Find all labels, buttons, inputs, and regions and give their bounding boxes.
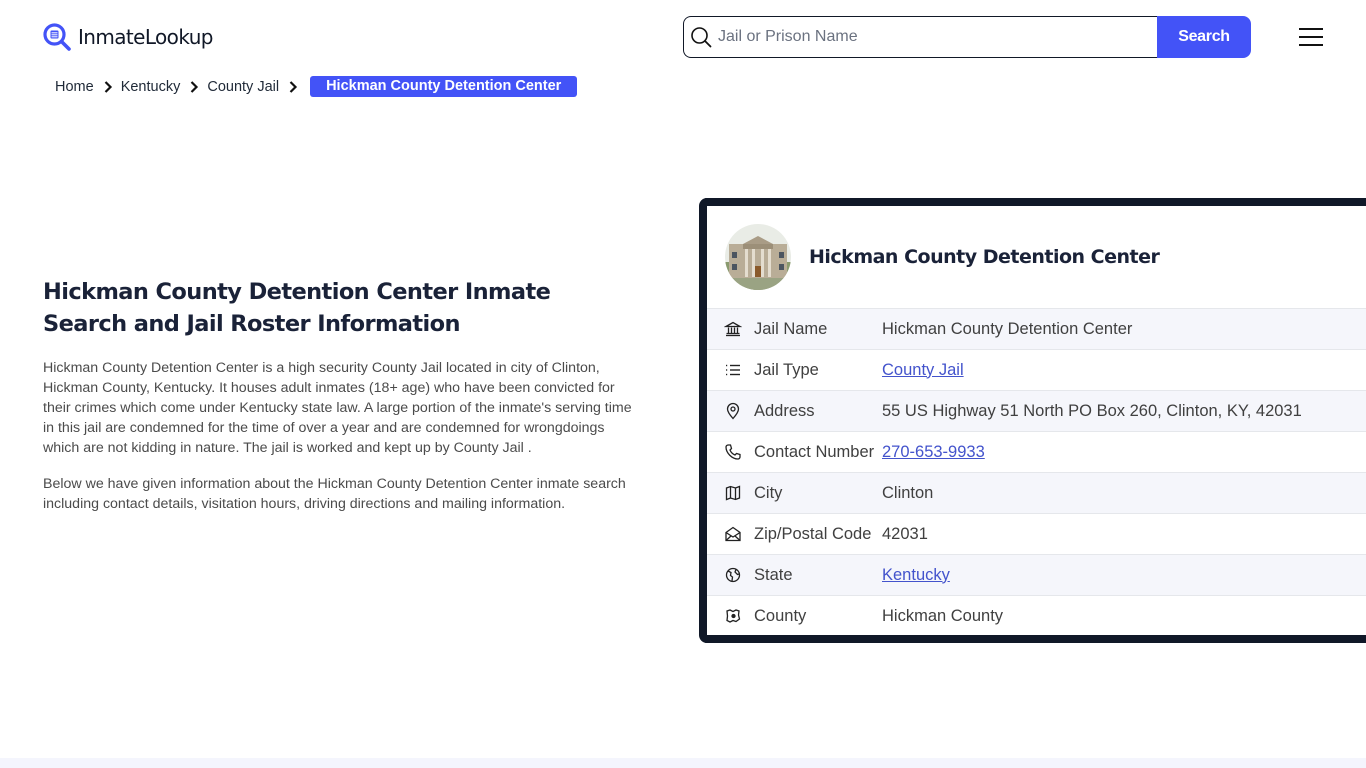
detail-value: Hickman County Detention Center — [882, 319, 1133, 338]
intro-paragraph: Hickman County Detention Center is a hig… — [43, 360, 632, 456]
breadcrumb-jail-type[interactable]: County Jail — [207, 79, 279, 95]
facility-details-table: Jail Name Hickman County Detention Cente… — [707, 308, 1366, 635]
detail-row-zip: Zip/Postal Code 42031 — [707, 513, 1366, 554]
map-pin-icon — [726, 402, 740, 420]
footer-band — [0, 758, 1366, 768]
detail-row-jail-type: Jail Type County Jail — [707, 349, 1366, 390]
card-header: Hickman County Detention Center — [707, 206, 1366, 308]
detail-value: 55 US Highway 51 North PO Box 260, Clint… — [882, 401, 1302, 420]
chevron-right-icon — [104, 80, 112, 93]
detail-value: Hickman County — [882, 606, 1004, 625]
logo-magnifier-icon — [43, 23, 71, 51]
detail-row-contact-number: Contact Number 270-653-9933 — [707, 431, 1366, 472]
search-input[interactable] — [718, 28, 1157, 46]
jail-type-link[interactable]: County Jail — [882, 361, 964, 380]
courthouse-image-icon — [725, 224, 791, 290]
logo[interactable]: InmateLookup — [42, 22, 213, 52]
search-bar: Search — [683, 16, 1251, 58]
breadcrumb-state[interactable]: Kentucky — [121, 79, 181, 95]
breadcrumb-current: Hickman County Detention Center — [310, 76, 578, 97]
detail-label: City — [754, 483, 783, 502]
phone-icon — [725, 444, 741, 460]
hamburger-menu-icon[interactable] — [1297, 26, 1325, 48]
page-title: Hickman County Detention Center Inmate S… — [43, 279, 551, 337]
breadcrumb-home[interactable]: Home — [55, 79, 94, 95]
detail-label: Zip/Postal Code — [754, 524, 872, 543]
search-button[interactable]: Search — [1157, 16, 1251, 58]
chevron-right-icon — [289, 80, 298, 93]
detail-label: County — [754, 606, 807, 625]
mail-open-icon — [725, 526, 741, 542]
menu-line — [1299, 44, 1323, 46]
detail-label: Jail Name — [754, 319, 828, 338]
detail-value: 42031 — [882, 524, 928, 543]
county-map-icon — [726, 609, 741, 623]
card-title: Hickman County Detention Center — [809, 246, 1160, 268]
chevron-right-icon — [191, 80, 199, 93]
list-icon — [726, 364, 740, 376]
detail-row-address: Address 55 US Highway 51 North PO Box 26… — [707, 390, 1366, 431]
logo-text: InmateLookup — [78, 25, 213, 49]
globe-icon — [725, 567, 741, 583]
detail-label: Contact Number — [754, 442, 875, 461]
menu-line — [1299, 28, 1323, 30]
detail-row-city: City Clinton — [707, 472, 1366, 513]
detail-label: Address — [754, 401, 815, 420]
search-field[interactable] — [683, 16, 1157, 58]
phone-link[interactable]: 270-653-9933 — [882, 443, 985, 462]
bank-icon — [724, 321, 742, 337]
search-icon — [691, 27, 712, 48]
intro-paragraph: Below we have given information about th… — [43, 476, 626, 512]
state-link[interactable]: Kentucky — [882, 566, 950, 585]
detail-row-county: County Hickman County — [707, 595, 1366, 635]
map-icon — [725, 485, 741, 501]
intro-section: Hickman County Detention Center Inmate S… — [43, 276, 638, 514]
detail-label: State — [754, 565, 793, 584]
detail-value: Clinton — [882, 483, 934, 502]
detail-row-jail-name: Jail Name Hickman County Detention Cente… — [707, 308, 1366, 349]
detail-label: Jail Type — [754, 360, 819, 379]
detail-row-state: State Kentucky — [707, 554, 1366, 595]
menu-line — [1299, 36, 1323, 38]
facility-photo — [725, 224, 791, 290]
facility-card: Hickman County Detention Center Jail Nam… — [699, 198, 1366, 643]
breadcrumb: Home Kentucky County Jail Hickman County… — [55, 76, 578, 97]
